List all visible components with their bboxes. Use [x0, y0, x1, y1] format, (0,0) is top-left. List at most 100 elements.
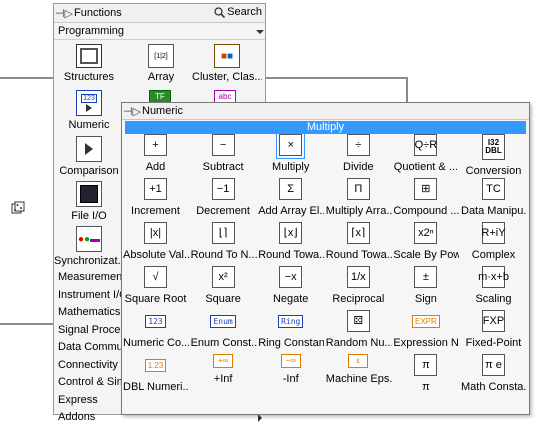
palette-item-data-manipulation[interactable]: TC Data Manipu... [460, 178, 527, 217]
palette-item-label: +Inf [213, 373, 233, 385]
palette-item-square[interactable]: x² Square [190, 266, 257, 305]
palette-item-expression-node[interactable]: EXPR Expression N... [392, 310, 459, 349]
palette-item-pos-inf[interactable]: +∞ +Inf [190, 354, 257, 385]
palette-item-math-constants[interactable]: π e Math Consta... [460, 354, 527, 393]
numeric-palette: ⊣▷ Numeric Multiply + Add − Subtract × Multip… [121, 102, 530, 415]
palette-item-multiply[interactable]: × Multiply [257, 131, 324, 173]
palette-item-file-io[interactable]: File I/O [54, 181, 124, 222]
palette-item-scale-by-power-of-2[interactable]: x2ⁿ Scale By Pow... [392, 222, 459, 261]
palette-item-label: Add Array El... [258, 205, 325, 217]
wire-top [0, 77, 53, 79]
palette-item-label: Negate [272, 293, 309, 305]
scale-by-power-of-2-icon: x2ⁿ [414, 222, 438, 244]
multiply-array-elements-icon: Π [346, 178, 370, 200]
palette-item-conversion[interactable]: I32 DBL Conversion [460, 134, 527, 177]
palette-item-round-toward-neg-inf[interactable]: ⌊x⌋ Round Towa... [257, 222, 324, 261]
palette-item-add[interactable]: + Add [122, 134, 189, 173]
palette-item-label: Square Root [124, 293, 187, 305]
palette-item-scaling[interactable]: m·x+b Scaling [460, 266, 527, 305]
palette-item-random-number[interactable]: ⚄ Random Nu... [325, 310, 392, 349]
palette-item-dbl-numeric-constant[interactable]: 1.23 DBL Numeri... [122, 354, 189, 393]
enum-constant-icon: Enum [210, 310, 236, 332]
ring-constant-icon: Ring [278, 310, 304, 332]
palette-item-absolute-value[interactable]: |x| Absolute Val... [122, 222, 189, 261]
highlighted-item-name: Multiply [125, 121, 526, 134]
palette-item-label: File I/O [71, 210, 107, 222]
palette-item-quotient-remainder[interactable]: Q÷R Quotient & ... [392, 134, 459, 173]
palette-item-neg-inf[interactable]: −∞ -Inf [257, 354, 324, 385]
wire-bottom [0, 323, 53, 325]
palette-item-add-array-elements[interactable]: Σ Add Array El... [257, 178, 324, 217]
search-button[interactable]: Search [214, 6, 262, 18]
compound-arithmetic-icon: ⊞ [414, 178, 438, 200]
multiply-icon: × [276, 131, 306, 159]
palette-item-sign[interactable]: ± Sign [392, 266, 459, 305]
palette-item-decrement[interactable]: −1 Decrement [190, 178, 257, 217]
structures-icon [76, 44, 102, 68]
machine-epsilon-icon: ε [348, 354, 369, 368]
absolute-value-icon: |x| [144, 222, 167, 244]
dbl-numeric-constant-icon: 1.23 [144, 354, 167, 376]
palette-item-label: Ring Constant [258, 337, 325, 349]
palette-item-label: Conversion [465, 165, 522, 177]
subtract-icon: − [211, 134, 235, 156]
palette-item-numeric[interactable]: 123 Numeric [54, 90, 124, 131]
palette-item-label: Scaling [475, 293, 512, 305]
palette-item-multiply-array-elements[interactable]: Π Multiply Arra... [325, 178, 392, 217]
add-array-elements-icon: Σ [279, 178, 303, 200]
negate-icon: −x [279, 266, 303, 288]
palette-item-round-to-nearest[interactable]: ⌊⌉ Round To N... [190, 222, 257, 261]
collapse-arrow-icon [256, 30, 264, 34]
functions-palette-titlebar: ⊣▷ Functions Search [54, 4, 265, 23]
palette-item-label: DBL Numeri... [123, 381, 189, 393]
palette-item-label: Divide [343, 161, 374, 173]
palette-item-label: Math Consta... [461, 381, 527, 393]
palette-item-label: Quotient & ... [393, 161, 458, 173]
palette-item-label: Comparison [59, 165, 119, 177]
palette-item-array[interactable]: [1|2] Array [126, 44, 196, 83]
palette-item-fixed-point[interactable]: FXP Fixed-Point [460, 310, 527, 349]
increment-icon: +1 [144, 178, 167, 200]
numeric-palette-titlebar: ⊣▷ Numeric [122, 103, 529, 120]
palette-item-reciprocal[interactable]: 1/x Reciprocal [325, 266, 392, 305]
palette-item-cluster[interactable]: ■ ■ Cluster, Clas... [192, 44, 262, 83]
search-icon [214, 6, 226, 18]
palette-item-label: Compound ... [393, 205, 460, 217]
palette-item-subtract[interactable]: − Subtract [190, 134, 257, 173]
palette-item-label: Round Towa... [258, 249, 325, 261]
palette-item-machine-epsilon[interactable]: ε Machine Eps... [325, 354, 392, 385]
palette-item-label: Enum Const... [190, 337, 257, 349]
palette-item-numeric-constant[interactable]: 123 Numeric Co... [122, 310, 189, 349]
palette-item-complex[interactable]: R+iY Complex [460, 222, 527, 261]
expand-arrow-icon [258, 414, 262, 422]
decrement-icon: −1 [211, 178, 235, 200]
palette-item-increment[interactable]: +1 Increment [122, 178, 189, 217]
pin-icon[interactable]: ⊣▷ [54, 7, 74, 20]
palette-item-compound-arithmetic[interactable]: ⊞ Compound ... [392, 178, 459, 217]
square-root-icon: √ [144, 266, 167, 288]
palette-item-synchronization[interactable]: ● ● ▬ Synchronizat... [54, 226, 124, 267]
data-manipulation-icon: TC [482, 178, 505, 200]
palette-item-pi[interactable]: ππ [392, 354, 459, 393]
array-icon: [1|2] [148, 44, 174, 68]
pin-icon[interactable]: ⊣▷ [122, 105, 142, 118]
expression-node-icon: EXPR [412, 310, 440, 332]
palette-item-square-root[interactable]: √ Square Root [122, 266, 189, 305]
quotient-remainder-icon: Q÷R [414, 134, 438, 156]
wire-top-right [266, 77, 407, 79]
palette-item-label: Fixed-Point [465, 337, 522, 349]
palette-item-label: Scale By Pow... [393, 249, 460, 261]
palette-item-label: π [422, 381, 430, 393]
palette-item-negate[interactable]: −x Negate [257, 266, 324, 305]
palette-item-label: Round Towa... [325, 249, 392, 261]
palette-item-structures[interactable]: Structures [54, 44, 124, 83]
category-programming[interactable]: Programming [54, 23, 265, 40]
scaling-icon: m·x+b [478, 266, 509, 288]
palette-item-label: Multiply Arra... [325, 205, 392, 217]
palette-item-comparison[interactable]: Comparison [54, 136, 124, 177]
palette-item-round-toward-pos-inf[interactable]: ⌈x⌉ Round Towa... [325, 222, 392, 261]
palette-item-ring-constant[interactable]: Ring Ring Constant [257, 310, 324, 349]
palette-item-divide[interactable]: ÷ Divide [325, 134, 392, 173]
palette-item-enum-constant[interactable]: Enum Enum Const... [190, 310, 257, 349]
random-number-node-icon[interactable] [11, 201, 25, 215]
